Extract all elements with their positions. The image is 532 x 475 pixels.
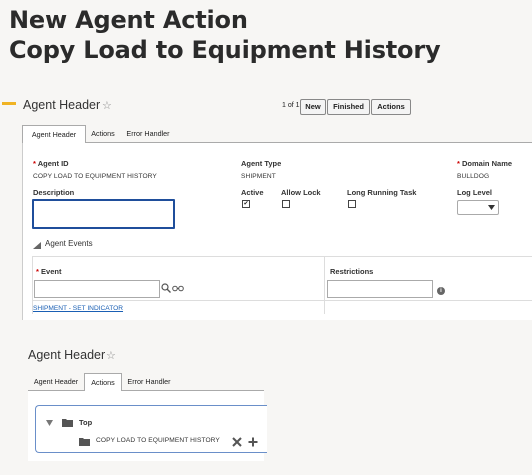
collapse-triangle-icon[interactable] (33, 242, 41, 249)
chevron-down-icon (488, 205, 495, 210)
event-column-header: * Event (36, 267, 62, 276)
favorite-star-icon[interactable]: ☆ (102, 99, 112, 112)
bottom-section-header-title: Agent Header (28, 348, 106, 362)
finished-button[interactable]: Finished (327, 99, 370, 115)
active-label: Active (241, 188, 264, 197)
page-title-line2: Copy Load to Equipment History (9, 36, 441, 64)
restrictions-input[interactable] (327, 280, 433, 298)
agent-type-value: SHIPMENT (241, 173, 276, 180)
bottom-tab-agent-header[interactable]: Agent Header (29, 373, 83, 390)
events-table-col-divider (324, 256, 325, 314)
event-input[interactable] (34, 280, 160, 298)
search-icon[interactable] (161, 283, 171, 293)
allow-lock-checkbox[interactable] (282, 200, 290, 208)
agent-events-label: Agent Events (45, 239, 93, 248)
description-label: Description (33, 188, 75, 197)
section-accent-bar (2, 102, 16, 105)
tab-error-handler[interactable]: Error Handler (122, 125, 174, 142)
tab-actions[interactable]: Actions (86, 125, 120, 142)
bottom-tab-error-handler[interactable]: Error Handler (123, 373, 175, 390)
bottom-favorite-star-icon[interactable]: ☆ (106, 349, 116, 362)
actions-tree-container: Top COPY LOAD TO EQUIPMENT HISTORY (35, 405, 267, 453)
actions-button[interactable]: Actions (371, 99, 411, 115)
tree-root-label[interactable]: Top (79, 418, 92, 427)
log-level-select[interactable] (457, 200, 499, 215)
actions-panel: Top COPY LOAD TO EQUIPMENT HISTORY (28, 391, 267, 461)
active-checkbox[interactable]: ✔ (242, 200, 250, 208)
view-glasses-icon[interactable] (172, 284, 184, 292)
delete-icon[interactable] (232, 437, 242, 447)
allow-lock-label: Allow Lock (281, 188, 321, 197)
events-table-top-border (32, 256, 532, 257)
folder-icon (79, 438, 90, 446)
long-running-label: Long Running Task (347, 188, 417, 197)
tab-agent-header[interactable]: Agent Header (22, 125, 86, 144)
long-running-checkbox[interactable] (348, 200, 356, 208)
add-icon[interactable] (248, 437, 258, 447)
bottom-tab-actions[interactable]: Actions (84, 373, 122, 392)
info-icon[interactable]: i (437, 287, 445, 295)
events-table-row-divider (32, 300, 532, 301)
agent-id-label: * Agent ID (33, 159, 69, 168)
new-button[interactable]: New (300, 99, 326, 115)
domain-name-label: * Domain Name (457, 159, 513, 168)
agent-type-label: Agent Type (241, 159, 282, 168)
section-header-title: Agent Header (23, 98, 101, 112)
folder-icon (62, 419, 73, 427)
tree-expand-icon[interactable] (46, 420, 53, 426)
agent-header-form: * Agent ID COPY LOAD TO EQUIPMENT HISTOR… (22, 143, 532, 320)
description-textarea[interactable] (32, 199, 175, 229)
restrictions-column-header: Restrictions (330, 267, 374, 276)
page-title-line1: New Agent Action (9, 6, 248, 34)
log-level-label: Log Level (457, 188, 493, 197)
pager-text: 1 of 1 (282, 102, 300, 109)
event-link[interactable]: SHIPMENT - SET INDICATOR (33, 305, 123, 312)
tree-child-label[interactable]: COPY LOAD TO EQUIPMENT HISTORY (96, 437, 220, 444)
domain-name-value: BULLDOG (457, 173, 490, 180)
agent-id-value: COPY LOAD TO EQUIPMENT HISTORY (33, 173, 157, 180)
